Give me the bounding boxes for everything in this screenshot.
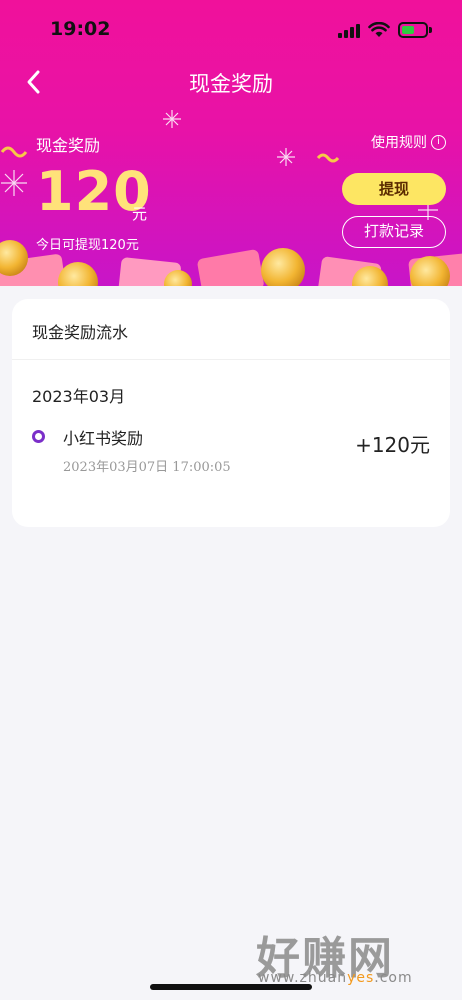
divider: [12, 359, 450, 360]
amount-unit: 元: [132, 205, 148, 223]
hero-header: 19:02 现金奖励 现金奖励 使用规则 i 120 元 今日可提现120元 提…: [0, 0, 462, 286]
rules-label: 使用规则: [371, 135, 427, 151]
timeline-dot-icon: [32, 430, 45, 443]
list-item-amount: +120元: [355, 433, 430, 457]
page-title: 现金奖励: [189, 72, 273, 96]
signal-icon: [338, 24, 360, 38]
battery-icon: [398, 22, 432, 38]
list-item-time: 2023年03月07日 17:00:05: [63, 460, 231, 475]
reward-history-card: 现金奖励流水 2023年03月 小红书奖励 2023年03月07日 17:00:…: [12, 299, 450, 527]
withdraw-button[interactable]: 提现: [342, 173, 446, 205]
status-time: 19:02: [50, 18, 111, 40]
month-header: 2023年03月: [32, 387, 126, 406]
info-icon: i: [431, 134, 446, 150]
list-item-title: 小红书奖励: [63, 429, 144, 448]
wifi-icon: [368, 22, 390, 37]
cash-reward-label: 现金奖励: [36, 136, 101, 155]
coins-decoration: [0, 240, 462, 286]
card-title: 现金奖励流水: [32, 323, 129, 342]
home-indicator: [150, 984, 312, 990]
rules-link[interactable]: 使用规则 i: [371, 132, 446, 152]
watermark: 好赚网 www.zhuanyes.com: [256, 922, 446, 990]
status-bar: 19:02: [0, 0, 462, 56]
